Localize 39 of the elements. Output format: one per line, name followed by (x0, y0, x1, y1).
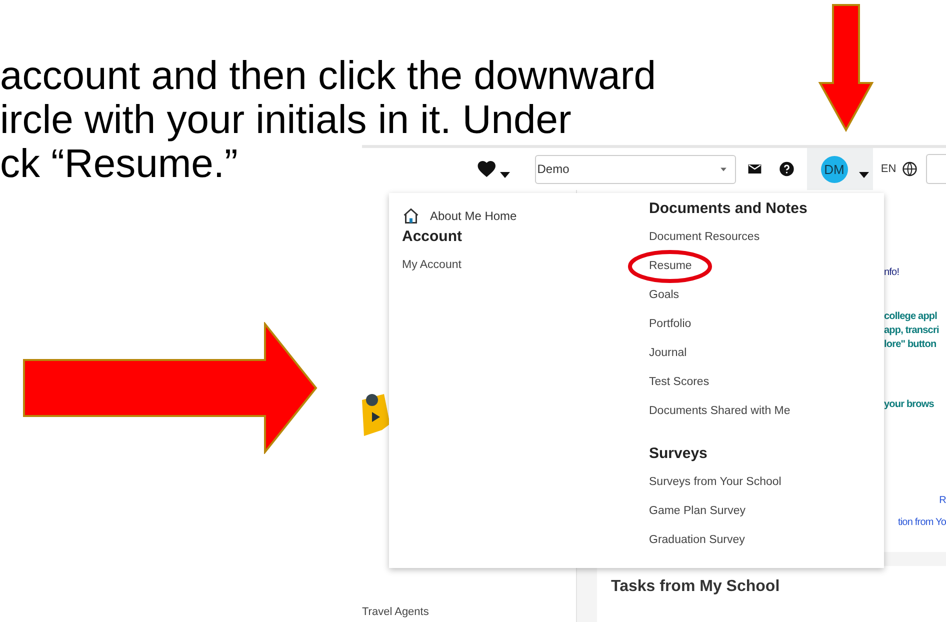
caret-icon[interactable] (858, 171, 870, 179)
menu-link[interactable]: Game Plan Survey (649, 497, 746, 526)
heart-icon[interactable] (476, 158, 498, 180)
menu-link[interactable]: Test Scores (649, 368, 710, 397)
instruction-line: ck “Resume.” (0, 142, 238, 186)
info-text[interactable]: tion from Yo (898, 516, 946, 530)
section-heading: Documents and Notes (649, 199, 808, 219)
menu-link[interactable]: Surveys from Your School (649, 468, 782, 497)
language-label[interactable]: EN (880, 163, 896, 175)
globe-icon[interactable] (902, 161, 918, 177)
tasks-heading: Tasks from My School (611, 578, 780, 595)
info-text: college appl (884, 310, 937, 324)
menu-link[interactable]: Portfolio (649, 310, 692, 339)
menu-link[interactable]: Goals (649, 281, 680, 310)
menu-link[interactable]: My Account (402, 251, 462, 280)
info-text: nfo! (884, 266, 900, 280)
home-link[interactable]: About Me Home (402, 207, 649, 225)
menu-link[interactable]: Graduation Survey (649, 526, 745, 555)
menu-link[interactable]: Document Resources (649, 223, 760, 252)
sidebar-text: Travel Agents (362, 606, 430, 618)
organization-select[interactable]: Demo (535, 154, 736, 184)
right-arrow-icon (22, 322, 318, 454)
down-arrow-icon (818, 4, 874, 132)
caret-icon (720, 166, 727, 172)
menu-link[interactable]: Journal (649, 339, 687, 368)
section-heading: Account (402, 227, 463, 247)
instruction-line: ircle with your initials in it. Under (0, 98, 572, 142)
info-text: app, transcri (884, 324, 939, 338)
caret-icon[interactable] (499, 171, 512, 179)
info-text: lore" button (884, 338, 936, 352)
menu-link[interactable]: Documents Shared with Me (649, 397, 790, 426)
info-text[interactable]: R (939, 494, 946, 508)
instruction-line: account and then click the downward (0, 54, 656, 98)
home-icon (402, 207, 420, 225)
avatar-initials[interactable]: DM (820, 156, 848, 182)
section-heading: Surveys (649, 444, 708, 464)
help-icon[interactable] (779, 161, 795, 177)
info-text: your brows (884, 398, 934, 412)
search-field[interactable] (926, 154, 946, 184)
